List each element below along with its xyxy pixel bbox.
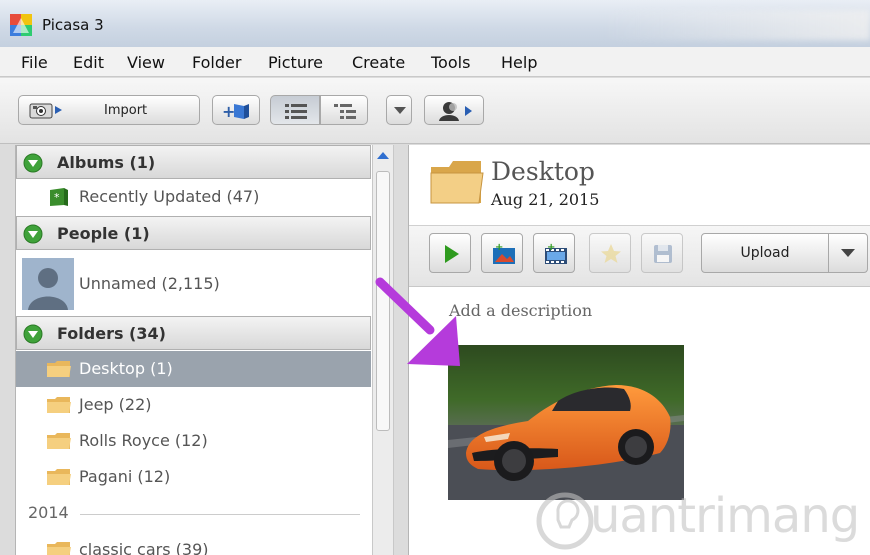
menu-help[interactable]: Help	[501, 53, 537, 72]
menu-folder[interactable]: Folder	[192, 53, 241, 72]
expand-triangle-icon	[23, 324, 43, 344]
tree-view-icon	[334, 104, 356, 119]
photo-thumbnail[interactable]	[448, 345, 684, 500]
year-label: 2014	[28, 503, 69, 522]
album-icon: *	[50, 188, 68, 206]
folder-icon	[47, 542, 71, 555]
folder-label: classic cars (39)	[79, 540, 209, 555]
menu-tools[interactable]: Tools	[431, 53, 470, 72]
folders-header-label: Folders (34)	[57, 324, 166, 343]
library-panel: Albums (1) * Recently Updated (47) Peopl…	[15, 145, 372, 555]
folder-label: Pagani (12)	[79, 467, 171, 486]
people-header[interactable]: People (1)	[16, 216, 371, 250]
people-header-label: People (1)	[57, 224, 150, 243]
expand-triangle-icon	[23, 153, 43, 173]
upload-options-dropdown[interactable]	[828, 233, 868, 273]
album-label: Recently Updated (47)	[79, 187, 260, 206]
folder-icon	[47, 397, 71, 413]
upload-label: Upload	[740, 245, 790, 261]
people-button[interactable]	[424, 95, 484, 125]
folders-header[interactable]: Folders (34)	[16, 316, 371, 350]
main-toolbar: Import +	[0, 78, 870, 144]
play-icon	[445, 245, 459, 263]
tree-view-button[interactable]	[320, 95, 368, 125]
folder-label: Rolls Royce (12)	[79, 431, 208, 450]
watermark-text: uantrimang	[590, 488, 860, 544]
add-album-icon: +	[222, 102, 249, 120]
person-icon	[439, 102, 472, 121]
svg-text:+: +	[547, 242, 555, 253]
menu-create[interactable]: Create	[352, 53, 405, 72]
title-bar: Picasa 3	[0, 0, 870, 47]
star-button[interactable]	[589, 233, 631, 273]
folder-rolls-royce[interactable]: Rolls Royce (12)	[16, 423, 371, 459]
divider-line	[80, 514, 360, 515]
import-label: Import	[104, 103, 148, 118]
save-button[interactable]	[641, 233, 683, 273]
svg-text:*: *	[54, 191, 60, 204]
upload-button[interactable]: Upload	[701, 233, 829, 273]
add-to-album-button[interactable]: +	[212, 95, 260, 125]
save-disk-icon	[654, 245, 672, 263]
chevron-down-icon	[394, 107, 406, 114]
menu-bar: File Edit View Folder Picture Create Too…	[0, 47, 870, 77]
svg-text:+: +	[495, 242, 503, 253]
folder-icon	[47, 433, 71, 449]
collage-icon: +	[493, 242, 515, 264]
avatar-placeholder-icon	[22, 258, 74, 310]
menu-edit[interactable]: Edit	[73, 53, 104, 72]
folder-pagani[interactable]: Pagani (12)	[16, 459, 371, 495]
folder-date: Aug 21, 2015	[491, 190, 600, 209]
view-options-dropdown[interactable]	[386, 95, 412, 125]
folder-icon	[47, 469, 71, 485]
folder-jeep[interactable]: Jeep (22)	[16, 387, 371, 423]
folder-toolbar: + + Upload	[409, 225, 870, 287]
window-title: Picasa 3	[42, 16, 104, 34]
scroll-up-arrow-icon[interactable]	[375, 148, 391, 164]
folder-icon	[47, 361, 71, 377]
folder-label: Desktop (1)	[79, 359, 173, 378]
album-recently-updated[interactable]: * Recently Updated (47)	[16, 179, 371, 215]
star-icon	[601, 244, 621, 263]
menu-view[interactable]: View	[127, 53, 165, 72]
play-slideshow-button[interactable]	[429, 233, 471, 273]
folder-desktop[interactable]: Desktop (1)	[16, 351, 371, 387]
expand-triangle-icon	[23, 224, 43, 244]
folder-title: Desktop	[491, 157, 595, 186]
folder-label: Jeep (22)	[79, 395, 152, 414]
folder-classic-cars[interactable]: classic cars (39)	[16, 532, 371, 555]
list-view-button[interactable]	[270, 95, 320, 125]
person-unnamed[interactable]: Unnamed (2,115)	[16, 254, 371, 316]
create-movie-button[interactable]: +	[533, 233, 575, 273]
albums-header-label: Albums (1)	[57, 153, 156, 172]
menu-picture[interactable]: Picture	[268, 53, 323, 72]
picasa-logo-icon	[10, 14, 32, 36]
list-view-icon	[285, 104, 307, 119]
camera-icon	[29, 103, 62, 119]
add-to-collage-button[interactable]: +	[481, 233, 523, 273]
year-divider: 2014	[16, 500, 371, 530]
chevron-down-icon	[841, 249, 855, 257]
folder-large-icon	[430, 161, 484, 204]
movie-icon: +	[545, 242, 567, 264]
albums-header[interactable]: Albums (1)	[16, 145, 371, 179]
person-label: Unnamed (2,115)	[79, 274, 220, 293]
menu-file[interactable]: File	[21, 53, 48, 72]
import-button[interactable]: Import	[18, 95, 200, 125]
svg-text:+: +	[222, 102, 235, 120]
background-blur	[600, 10, 870, 40]
annotation-arrow-icon	[375, 277, 460, 366]
